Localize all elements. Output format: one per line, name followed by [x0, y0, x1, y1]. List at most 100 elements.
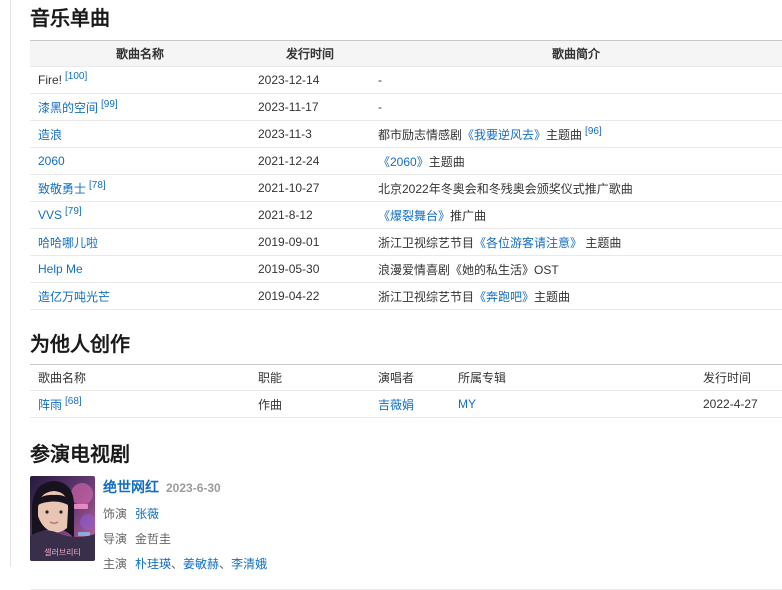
text: 2023-11-17: [258, 100, 319, 114]
table-cell: 吉薇娟: [370, 391, 450, 418]
text: 推广曲: [450, 209, 486, 223]
column-header: 歌曲名称: [30, 41, 250, 67]
table-cell: 2021-12-24: [250, 148, 370, 175]
text-link[interactable]: Help Me: [38, 262, 83, 276]
table-cell: 2021-10-27: [250, 175, 370, 202]
table-cell: 2021-8-12: [250, 202, 370, 229]
column-header: 发行时间: [695, 365, 782, 391]
drama-card: 셀러브리티 绝世网红2023-6-30 饰演张薇导演金哲圭主演朴珪瑛、姜敏赫、李…: [30, 476, 782, 573]
text-link[interactable]: 2060: [38, 154, 65, 168]
reference-link[interactable]: [68]: [65, 396, 82, 407]
reference-link[interactable]: [96]: [585, 126, 602, 137]
text-link[interactable]: 李清娥: [231, 557, 267, 571]
table-cell: 造浪: [30, 121, 250, 148]
table-cell: MY: [450, 391, 695, 418]
table-cell: 《爆裂舞台》推广曲: [370, 202, 782, 229]
section-title-tv-series: 参演电视剧: [30, 442, 782, 468]
drama-field-row: 主演朴珪瑛、姜敏赫、李清娥: [103, 556, 267, 573]
table-cell: 造亿万吨光芒: [30, 283, 250, 310]
text: 作曲: [258, 398, 282, 412]
text-link[interactable]: 漆黑的空间: [38, 101, 98, 115]
drama-info: 绝世网红2023-6-30 饰演张薇导演金哲圭主演朴珪瑛、姜敏赫、李清娥: [103, 476, 267, 573]
text-link[interactable]: 《爆裂舞台》: [378, 209, 450, 223]
reference-link[interactable]: [79]: [65, 206, 82, 217]
table-cell: 2019-04-22: [250, 283, 370, 310]
drama-field-label: 饰演: [103, 507, 127, 521]
text: 主题曲: [582, 236, 621, 250]
text: 2021-8-12: [258, 208, 313, 222]
section-title-music-singles: 音乐单曲: [30, 6, 782, 32]
text-link[interactable]: 哈哈哪儿啦: [38, 236, 98, 250]
table-cell: 都市励志情感剧《我要逆风去》主题曲[96]: [370, 121, 782, 148]
column-header: 所属专辑: [450, 365, 695, 391]
drama-field-row: 导演金哲圭: [103, 531, 267, 548]
table-row: 哈哈哪儿啦2019-09-01浙江卫视综艺节目《各位游客请注意》 主题曲: [30, 229, 782, 256]
table-cell: 2019-09-01: [250, 229, 370, 256]
table-cell: Fire![100]: [30, 67, 250, 94]
article-content: 音乐单曲 歌曲名称发行时间歌曲简介 Fire![100]2023-12-14-漆…: [30, 0, 782, 590]
table-row: 漆黑的空间[99] 2023-11-17 -: [30, 94, 782, 121]
table-cell: 2023-12-14: [250, 67, 370, 94]
text: 2019-09-01: [258, 235, 319, 249]
drama-title-link[interactable]: 绝世网红: [103, 479, 159, 495]
text-link[interactable]: 姜敏赫: [183, 557, 219, 571]
table-cell: 阵雨[68]: [30, 391, 250, 418]
text-link[interactable]: 《2060》: [378, 155, 429, 169]
table-cell: 《2060》主题曲: [370, 148, 782, 175]
table-cell: -: [370, 94, 782, 121]
table-cell: 北京2022年冬奥会和冬残奥会颁奖仪式推广歌曲: [370, 175, 782, 202]
table-row: 阵雨[68] 作曲 吉薇娟 MY 2022-4-27: [30, 391, 782, 418]
text-link[interactable]: 《我要逆风去》: [462, 128, 546, 142]
text-link[interactable]: 《奔跑吧》: [474, 290, 534, 304]
drama-field-label: 导演: [103, 532, 127, 546]
table-cell: 致敬勇士[78]: [30, 175, 250, 202]
reference-link[interactable]: [78]: [89, 180, 106, 191]
text: 2023-12-14: [258, 73, 319, 87]
reference-link[interactable]: [99]: [101, 99, 118, 110]
text-link[interactable]: VVS: [38, 208, 62, 222]
poster-caption-text: 셀러브리티: [44, 547, 81, 557]
column-header: 演唱者: [370, 365, 450, 391]
table-cell: 2060: [30, 148, 250, 175]
reference-link[interactable]: [100]: [65, 71, 87, 82]
text: 、: [171, 557, 183, 571]
text-link[interactable]: 《各位游客请注意》: [474, 236, 582, 250]
table-cell: 哈哈哪儿啦: [30, 229, 250, 256]
text-link[interactable]: 造亿万吨光芒: [38, 290, 110, 304]
text-link[interactable]: 张薇: [135, 507, 159, 521]
table-cell: 漆黑的空间[99]: [30, 94, 250, 121]
text: 2021-12-24: [258, 154, 319, 168]
table-cell: 浪漫爱情喜剧《她的私生活》OST: [370, 256, 782, 283]
text: 浪漫爱情喜剧《她的私生活》OST: [378, 263, 559, 277]
singles-table: 歌曲名称发行时间歌曲简介 Fire![100]2023-12-14-漆黑的空间[…: [30, 40, 782, 310]
table-cell: 2023-11-17: [250, 94, 370, 121]
text-link[interactable]: MY: [458, 397, 476, 411]
text: 、: [219, 557, 231, 571]
text: -: [378, 73, 382, 87]
text: 2019-05-30: [258, 262, 319, 276]
text: -: [378, 100, 382, 114]
table-cell: 2022-4-27: [695, 391, 782, 418]
table-cell: 2023-11-3: [250, 121, 370, 148]
text-link[interactable]: 致敬勇士: [38, 182, 86, 196]
text: 2022-4-27: [703, 397, 758, 411]
text-link[interactable]: 造浪: [38, 128, 62, 142]
text: 北京2022年冬奥会和冬残奥会颁奖仪式推广歌曲: [378, 182, 633, 196]
table-row: 造亿万吨光芒 2019-04-22 浙江卫视综艺节目《奔跑吧》主题曲: [30, 283, 782, 310]
text-link[interactable]: 阵雨: [38, 398, 62, 412]
text: 浙江卫视综艺节目: [378, 290, 474, 304]
text-link[interactable]: 朴珪瑛: [135, 557, 171, 571]
text: 主题曲: [534, 290, 570, 304]
text-link[interactable]: 吉薇娟: [378, 398, 414, 412]
table-header-row: 歌曲名称职能演唱者所属专辑发行时间: [30, 365, 782, 391]
table-cell: 浙江卫视综艺节目《奔跑吧》主题曲: [370, 283, 782, 310]
column-header: 歌曲名称: [30, 365, 250, 391]
table-cell: -: [370, 67, 782, 94]
drama-poster-image[interactable]: 셀러브리티: [30, 476, 95, 561]
text: 金哲圭: [135, 532, 171, 546]
column-header: 职能: [250, 365, 370, 391]
table-row: VVS[79] 2021-8-12 《爆裂舞台》推广曲: [30, 202, 782, 229]
text: 2019-04-22: [258, 289, 319, 303]
table-cell: VVS[79]: [30, 202, 250, 229]
text: 2023-11-3: [258, 127, 312, 141]
